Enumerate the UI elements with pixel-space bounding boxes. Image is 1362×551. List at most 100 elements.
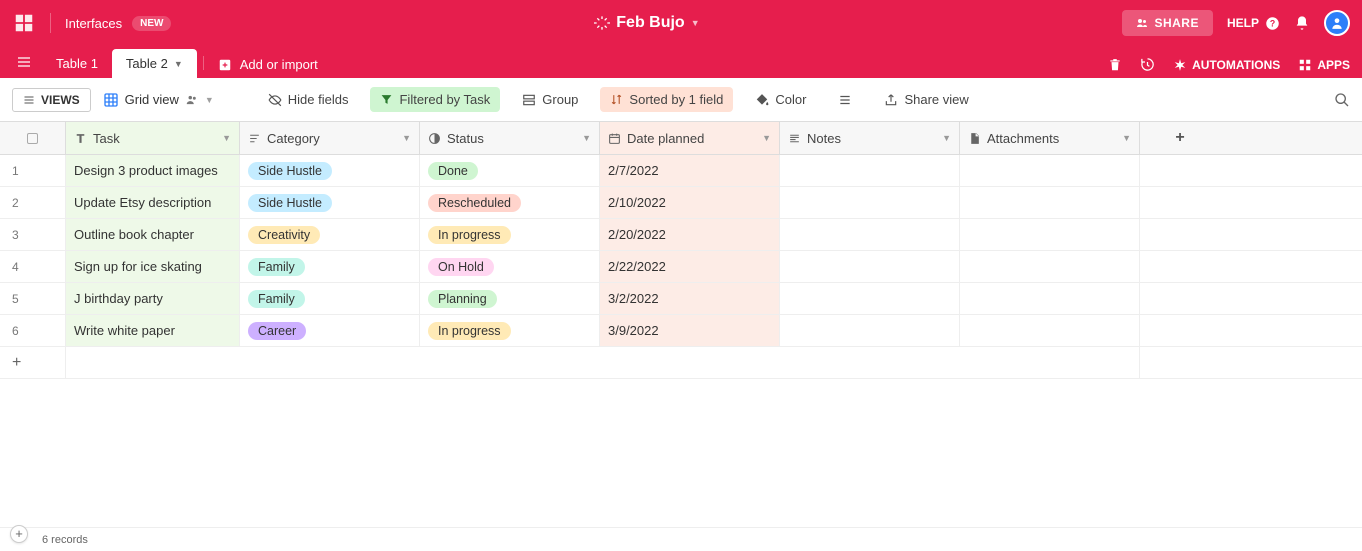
avatar[interactable] (1324, 10, 1350, 36)
add-row-button[interactable]: + (0, 347, 66, 378)
chevron-down-icon[interactable]: ▼ (582, 133, 591, 143)
table-row[interactable]: 6Write white paper Career In progress3/9/2… (0, 315, 1362, 347)
share-button[interactable]: SHARE (1122, 10, 1213, 36)
cell-date[interactable]: 3/2/2022 (600, 283, 780, 314)
cell-task[interactable]: Outline book chapter (66, 219, 240, 250)
help-button[interactable]: HELP ? (1227, 16, 1280, 31)
grid-view-selector[interactable]: Grid view ▼ (103, 92, 214, 108)
cell-date[interactable]: 2/7/2022 (600, 155, 780, 186)
app-logo-icon[interactable] (12, 11, 36, 35)
add-or-import-button[interactable]: Add or import (210, 57, 326, 78)
automations-button[interactable]: AUTOMATIONS (1173, 58, 1280, 72)
cell-task[interactable]: Design 3 product images (66, 155, 240, 186)
row-number[interactable]: 6 (0, 315, 66, 346)
cell-task[interactable]: Sign up for ice skating (66, 251, 240, 282)
column-header-task[interactable]: Task ▼ (66, 122, 240, 154)
cell-notes[interactable] (780, 251, 960, 282)
cell-category[interactable]: Side Hustle (240, 187, 420, 218)
sort-button[interactable]: Sorted by 1 field (600, 87, 733, 112)
base-icon (594, 15, 610, 31)
help-label: HELP (1227, 16, 1259, 30)
calendar-icon (608, 132, 621, 145)
cell-category[interactable]: Creativity (240, 219, 420, 250)
row-number[interactable]: 2 (0, 187, 66, 218)
table-row[interactable]: 5J birthday partyFamilyPlanning3/2/2022 (0, 283, 1362, 315)
chevron-down-icon[interactable]: ▼ (762, 133, 771, 143)
cell-attachments[interactable] (960, 155, 1140, 186)
table-row[interactable]: 1Design 3 product imagesSide HustleDone2… (0, 155, 1362, 187)
table-row[interactable]: 3Outline book chapterCreativityIn progre… (0, 219, 1362, 251)
search-button[interactable] (1334, 92, 1350, 108)
cell-task[interactable]: J birthday party (66, 283, 240, 314)
cell-date[interactable]: 3/9/2022 (600, 315, 780, 346)
cell-attachments[interactable] (960, 187, 1140, 218)
row-number[interactable]: 4 (0, 251, 66, 282)
chevron-down-icon[interactable]: ▼ (1122, 133, 1131, 143)
chevron-down-icon[interactable]: ▼ (402, 133, 411, 143)
cell-attachments[interactable] (960, 251, 1140, 282)
chevron-down-icon[interactable]: ▼ (942, 133, 951, 143)
trash-icon[interactable] (1108, 58, 1122, 72)
cell-notes[interactable] (780, 315, 960, 346)
column-header-attachments[interactable]: Attachments ▼ (960, 122, 1140, 154)
cell-date[interactable]: 2/20/2022 (600, 219, 780, 250)
column-header-notes[interactable]: Notes ▼ (780, 122, 960, 154)
cell-category[interactable]: Career (240, 315, 420, 346)
views-button[interactable]: VIEWS (12, 88, 91, 112)
cell-attachments[interactable] (960, 219, 1140, 250)
cell-notes[interactable] (780, 283, 960, 314)
hide-fields-button[interactable]: Hide fields (258, 87, 359, 112)
cell-date[interactable]: 2/22/2022 (600, 251, 780, 282)
cell-status[interactable]: On Hold (420, 251, 600, 282)
cell-notes[interactable] (780, 219, 960, 250)
share-view-button[interactable]: Share view (874, 87, 978, 112)
table-row[interactable]: 4Sign up for ice skatingFamilyOn Hold2/2… (0, 251, 1362, 283)
cell-status[interactable]: In progress (420, 315, 600, 346)
cell-notes[interactable] (780, 155, 960, 186)
cell-attachments[interactable] (960, 315, 1140, 346)
cell-task[interactable]: Update Etsy description (66, 187, 240, 218)
chevron-down-icon[interactable]: ▼ (222, 133, 231, 143)
tab-table-2[interactable]: Table 2 ▼ (112, 49, 197, 78)
cell-category[interactable]: Side Hustle (240, 155, 420, 186)
cell-category[interactable]: Family (240, 251, 420, 282)
column-header-status[interactable]: Status ▼ (420, 122, 600, 154)
cell-notes[interactable] (780, 187, 960, 218)
add-row: + (0, 347, 1362, 379)
cell-status[interactable]: Done (420, 155, 600, 186)
column-header-date[interactable]: Date planned ▼ (600, 122, 780, 154)
row-number[interactable]: 5 (0, 283, 66, 314)
eye-off-icon (268, 93, 282, 107)
category-pill: Career (248, 322, 306, 340)
cell-category[interactable]: Family (240, 283, 420, 314)
cell-status[interactable]: In progress (420, 219, 600, 250)
bell-icon[interactable] (1294, 15, 1310, 31)
cell-status[interactable]: Planning (420, 283, 600, 314)
column-header-category[interactable]: Category ▼ (240, 122, 420, 154)
table-row[interactable]: 2Update Etsy descriptionSide HustleResch… (0, 187, 1362, 219)
add-column-button[interactable]: + (1140, 122, 1220, 154)
cell-date[interactable]: 2/10/2022 (600, 187, 780, 218)
cell-task[interactable]: Write white paper (66, 315, 240, 346)
add-record-fab[interactable]: + (10, 525, 28, 543)
row-number[interactable]: 1 (0, 155, 66, 186)
color-button[interactable]: Color (745, 87, 816, 112)
paint-icon (755, 93, 769, 107)
base-title-group[interactable]: Feb Bujo ▼ (171, 14, 1122, 32)
interfaces-link[interactable]: Interfaces (65, 16, 122, 31)
select-all-cell[interactable] (0, 122, 66, 154)
filter-button[interactable]: Filtered by Task (370, 87, 500, 112)
checkbox-icon[interactable] (27, 133, 38, 144)
group-button[interactable]: Group (512, 87, 588, 112)
apps-button[interactable]: APPS (1298, 58, 1350, 72)
chevron-down-icon[interactable]: ▼ (174, 59, 183, 69)
row-height-button[interactable] (828, 88, 862, 112)
cell-attachments[interactable] (960, 283, 1140, 314)
color-label: Color (775, 92, 806, 107)
row-number[interactable]: 3 (0, 219, 66, 250)
hamburger-icon[interactable] (12, 54, 42, 78)
cell-status[interactable]: Rescheduled (420, 187, 600, 218)
column-label: Attachments (987, 131, 1059, 146)
tab-table-1[interactable]: Table 1 (42, 49, 112, 78)
history-icon[interactable] (1140, 57, 1155, 72)
